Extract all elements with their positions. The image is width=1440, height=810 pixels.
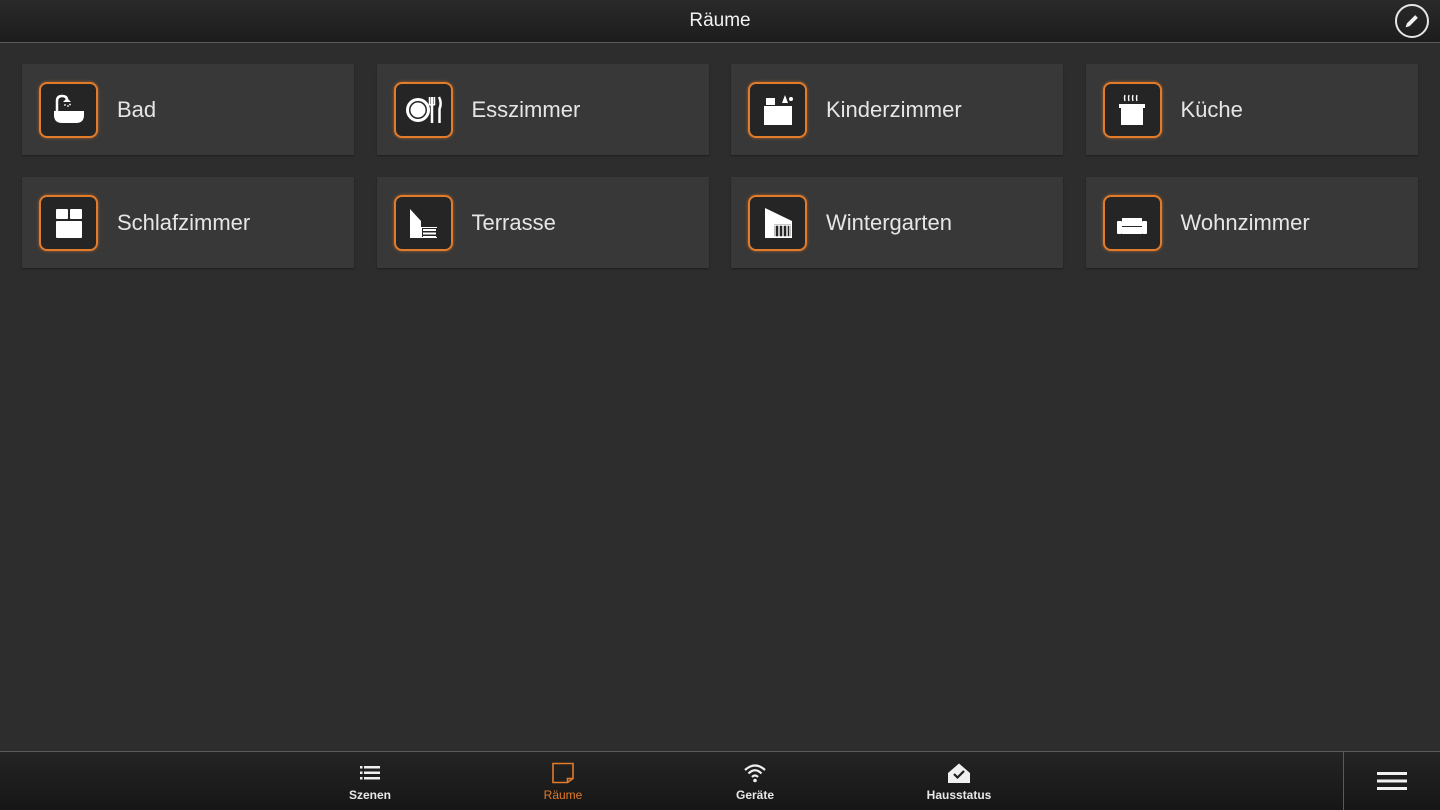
menu-button[interactable]	[1343, 752, 1440, 810]
bed-icon	[39, 194, 98, 251]
room-tile-kueche[interactable]: Küche	[1085, 64, 1418, 155]
room-tile-bad[interactable]: Bad	[22, 64, 354, 155]
room-label: Wintergarten	[826, 209, 952, 235]
wifi-icon	[744, 764, 766, 783]
room-label: Schlafzimmer	[117, 209, 251, 235]
terrace-icon	[393, 194, 453, 251]
room-tile-schlafzimmer[interactable]: Schlafzimmer	[22, 177, 354, 268]
hamburger-menu-icon	[1377, 772, 1407, 790]
nav-label: Szenen	[348, 788, 391, 802]
room-label: Küche	[1180, 96, 1243, 122]
room-tile-wintergarten[interactable]: Wintergarten	[731, 177, 1063, 268]
conservatory-icon	[748, 194, 807, 251]
room-label: Terrasse	[471, 209, 556, 235]
plate-cutlery-icon	[393, 81, 453, 138]
room-tile-terrasse[interactable]: Terrasse	[376, 177, 709, 268]
nav-tab-szenen[interactable]: Szenen	[315, 752, 425, 810]
room-grid: Bad Esszimmer Kinderzimmer Küche Schlafz…	[22, 64, 1418, 268]
room-label: Wohnzimmer	[1180, 209, 1310, 235]
room-label: Bad	[117, 96, 157, 122]
room-label: Esszimmer	[471, 96, 581, 122]
nav-label: Geräte	[735, 788, 775, 802]
room-tile-kinderzimmer[interactable]: Kinderzimmer	[731, 64, 1063, 155]
pencil-icon	[1405, 15, 1418, 28]
edit-button[interactable]	[1395, 4, 1429, 38]
room-label: Kinderzimmer	[826, 96, 962, 122]
nav-tab-raeume[interactable]: Räume	[508, 752, 618, 810]
room-tile-esszimmer[interactable]: Esszimmer	[376, 64, 709, 155]
page-title: Räume	[689, 10, 751, 31]
nav-tab-geraete[interactable]: Geräte	[700, 752, 810, 810]
sofa-icon	[1102, 194, 1162, 251]
cooking-pot-icon	[1102, 81, 1162, 138]
nav-tab-hausstatus[interactable]: Hausstatus	[904, 752, 1014, 810]
bathtub-icon	[39, 81, 98, 138]
room-icon	[552, 762, 574, 784]
list-icon	[360, 766, 380, 780]
room-tile-wohnzimmer[interactable]: Wohnzimmer	[1085, 177, 1418, 268]
nav-label: Räume	[543, 788, 583, 802]
toy-box-icon	[748, 81, 807, 138]
top-bar: Räume	[0, 0, 1440, 43]
nav-label: Hausstatus	[926, 788, 992, 802]
house-check-icon	[948, 763, 970, 783]
bottom-navigation: Szenen Räume Geräte Hausstatus	[0, 751, 1440, 810]
